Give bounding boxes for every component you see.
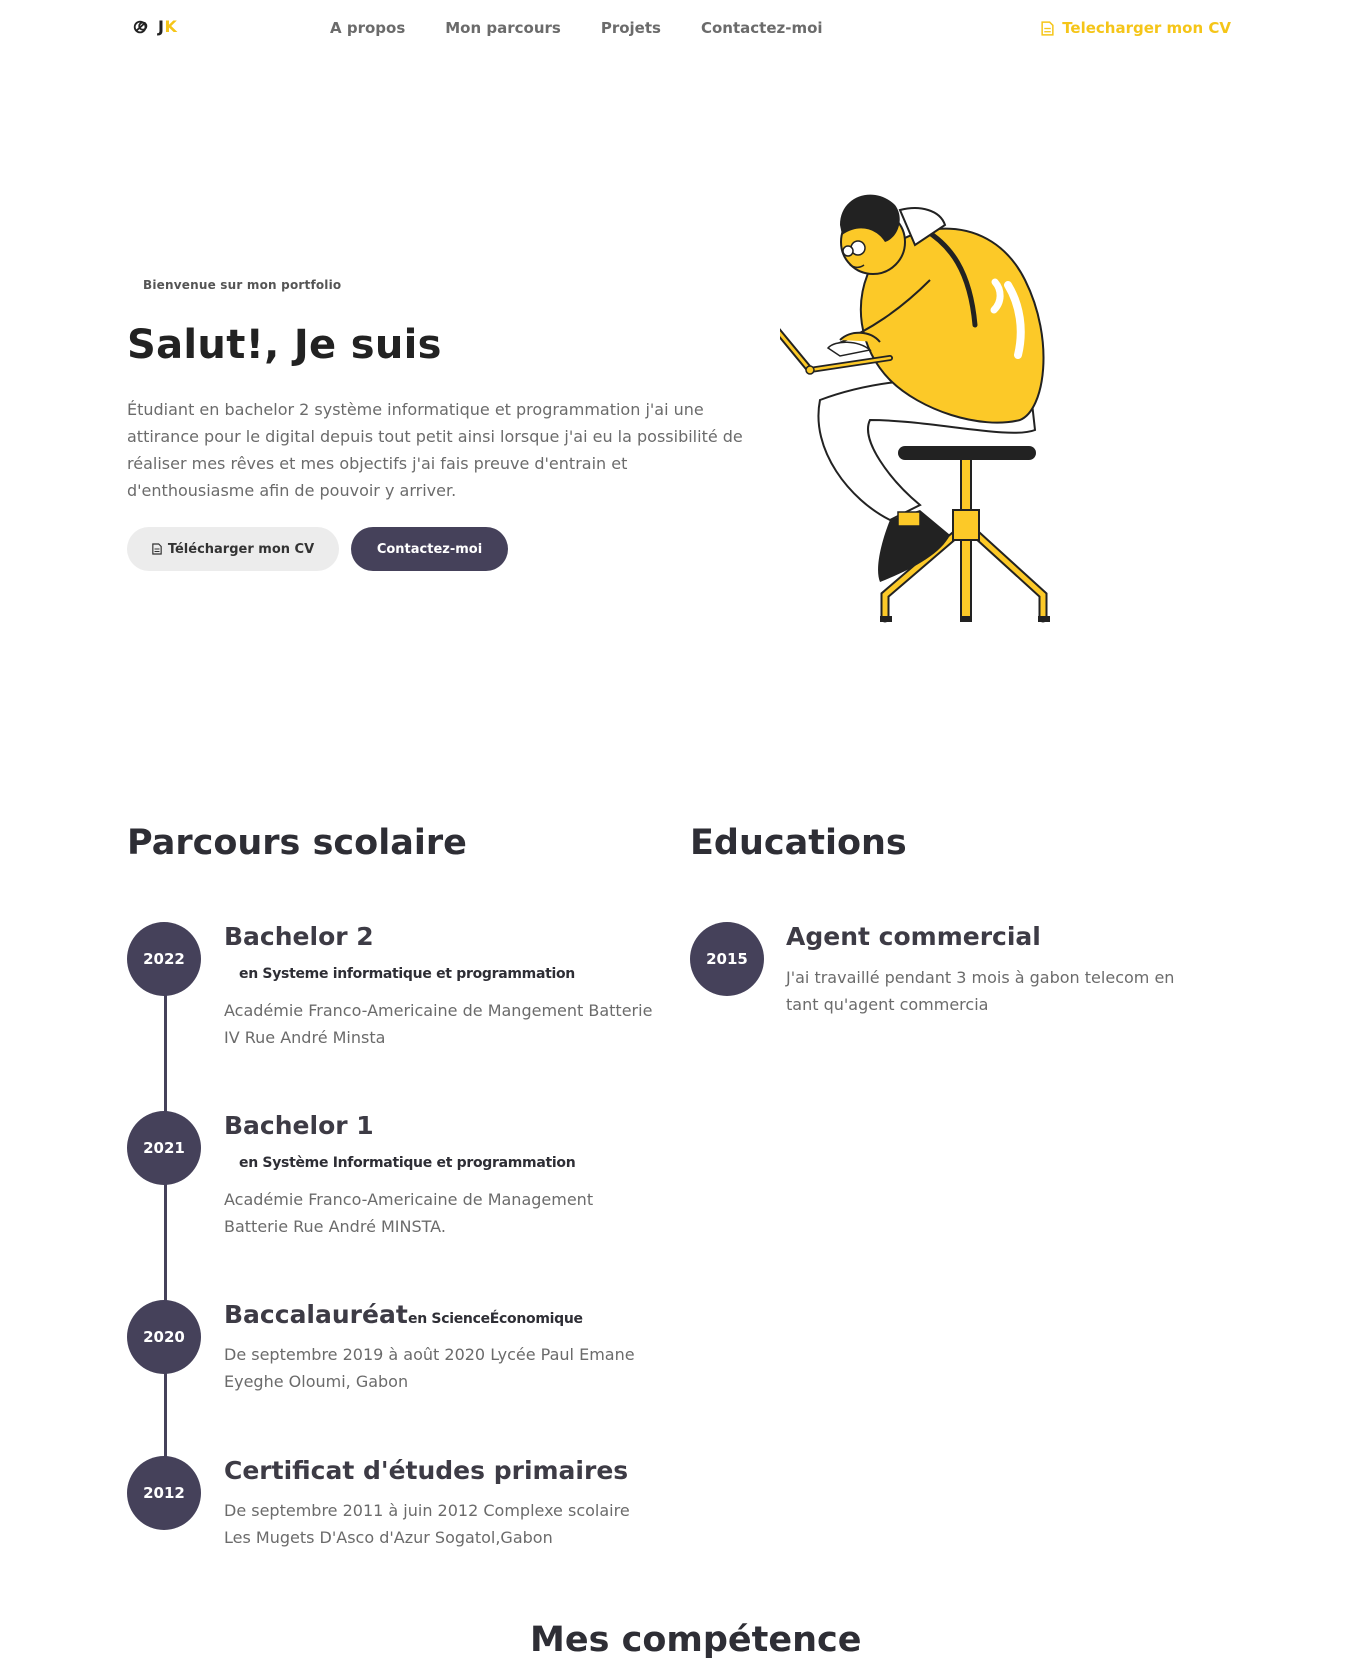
- document-icon: [1041, 20, 1054, 36]
- hero-kicker: Bienvenue sur mon portfolio: [143, 278, 342, 292]
- brand-logo[interactable]: JK: [132, 17, 177, 36]
- entry-description: J'ai travaillé pendant 3 mois à gabon te…: [786, 968, 1175, 1014]
- person-laptop-illustration: [780, 194, 1050, 623]
- nav-link-parcours[interactable]: Mon parcours: [445, 19, 561, 37]
- entry-title: Certificat d'études primaires: [224, 1456, 629, 1485]
- download-cv-button[interactable]: Télécharger mon CV: [127, 527, 339, 571]
- year-badge: 2012: [127, 1456, 201, 1530]
- entry-subtitle: en Systeme informatique et programmation: [239, 966, 575, 982]
- entry-title: Baccalauréat: [224, 1300, 408, 1329]
- parcours-section-title: Parcours scolaire: [127, 823, 467, 863]
- skills-section-title: Mes compétence: [530, 1620, 862, 1660]
- nav-cv-label: Telecharger mon CV: [1062, 19, 1231, 37]
- timeline-line: [164, 950, 167, 1470]
- hero-description: Étudiant en bachelor 2 système informati…: [127, 400, 743, 500]
- entry-title: Bachelor 1: [224, 1111, 374, 1140]
- top-navbar: JK A propos Mon parcours Projets Contact…: [0, 0, 1366, 58]
- entry-description: De septembre 2019 à août 2020 Lycée Paul…: [224, 1345, 635, 1391]
- entry-title: Bachelor 2: [224, 922, 374, 951]
- year-badge: 2020: [127, 1300, 201, 1374]
- nav-links: A propos Mon parcours Projets Contactez-…: [330, 19, 823, 37]
- entry-title: Agent commercial: [786, 922, 1041, 951]
- nav-download-cv-link[interactable]: Telecharger mon CV: [1041, 19, 1231, 37]
- year-badge: 2015: [690, 922, 764, 996]
- entry-subtitle: en ScienceÉconomique: [408, 1311, 583, 1327]
- brand-text: JK: [158, 17, 178, 36]
- year-badge: 2022: [127, 922, 201, 996]
- nav-link-contact[interactable]: Contactez-moi: [701, 19, 823, 37]
- logo-icon: [133, 20, 148, 33]
- document-icon: [152, 543, 162, 555]
- download-cv-label: Télécharger mon CV: [167, 541, 315, 557]
- entry-subtitle: en Système Informatique et programmation: [239, 1155, 576, 1171]
- nav-link-projets[interactable]: Projets: [601, 19, 661, 37]
- hero-title: Salut!, Je suis: [127, 322, 442, 368]
- educations-section-title: Educations: [690, 823, 907, 863]
- nav-link-a-propos[interactable]: A propos: [330, 19, 405, 37]
- entry-description: De septembre 2011 à juin 2012 Complexe s…: [224, 1501, 630, 1547]
- entry-description: Académie Franco-Americaine de Mangement …: [224, 1001, 653, 1047]
- entry-description: Académie Franco-Americaine de Management…: [224, 1190, 594, 1236]
- year-badge: 2021: [127, 1111, 201, 1185]
- contact-button[interactable]: Contactez-moi: [351, 527, 508, 571]
